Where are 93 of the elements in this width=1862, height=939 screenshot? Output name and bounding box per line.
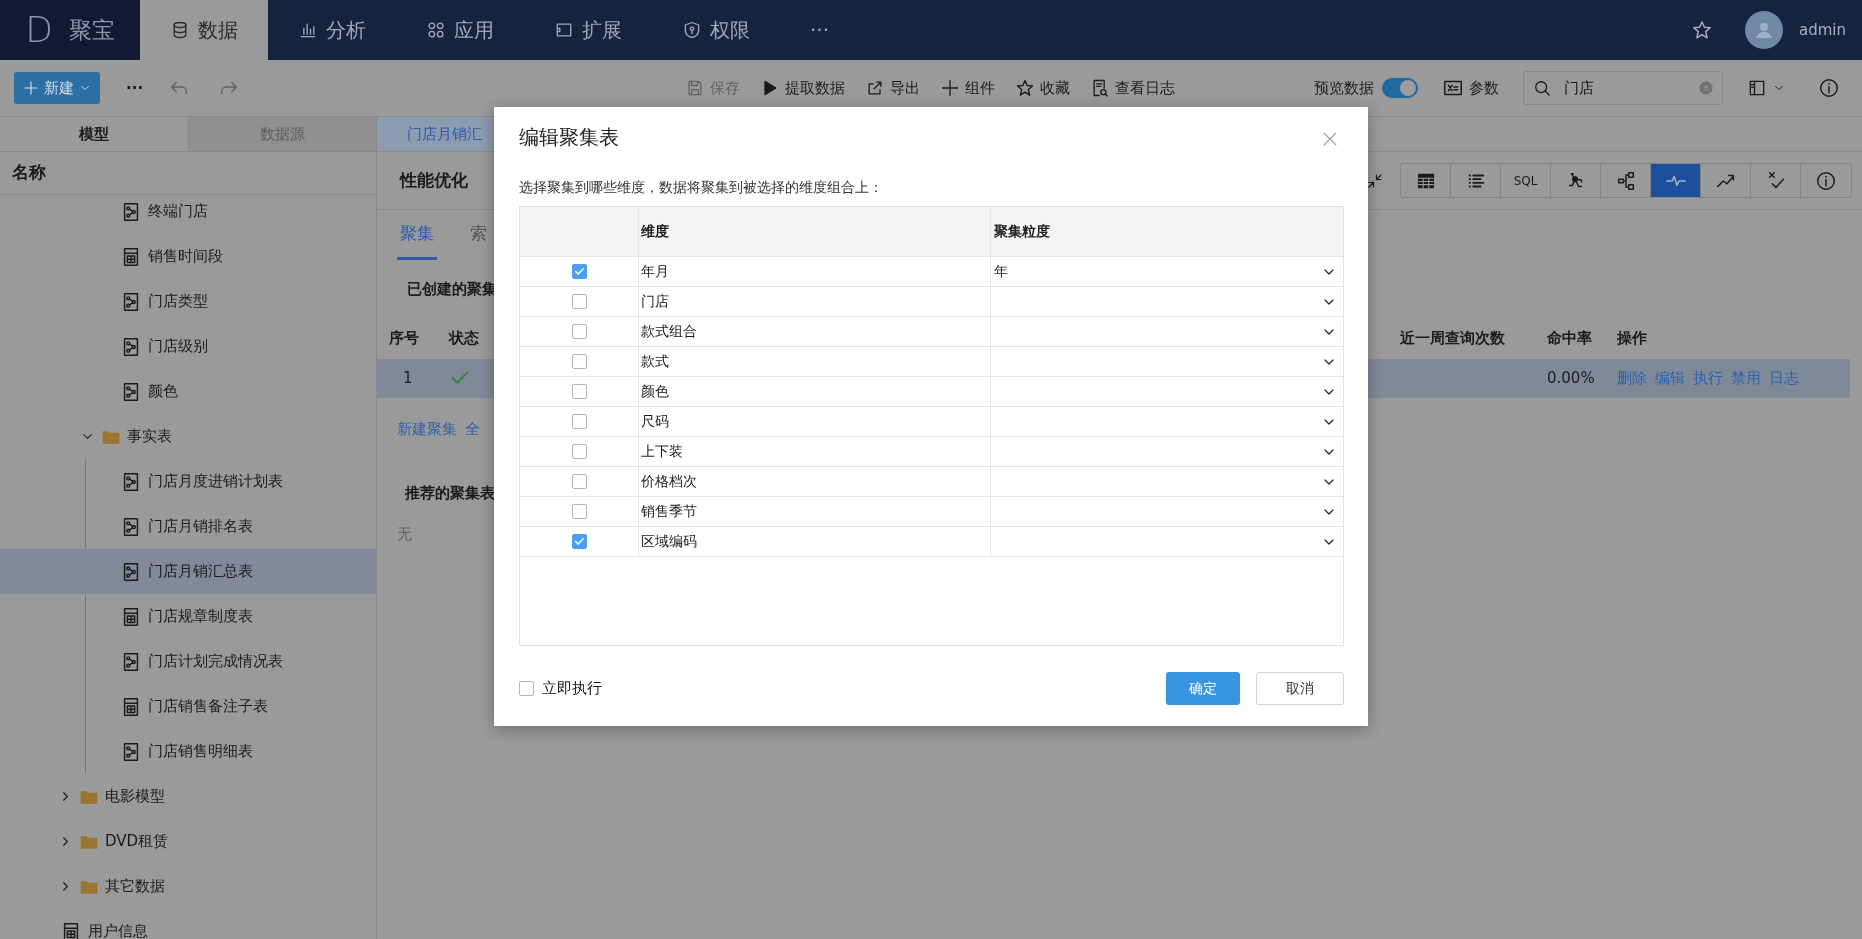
- checkbox[interactable]: [571, 384, 587, 399]
- dialog-description: 选择聚集到哪些维度，数据将聚集到被选择的维度组合上：: [519, 178, 884, 197]
- checkbox[interactable]: [571, 414, 587, 429]
- table-cell-text: 款式组合: [641, 322, 697, 341]
- column-header: 名称: [0, 152, 376, 195]
- table-cell: 0.00%: [1547, 368, 1595, 387]
- preview-label: 预览数据: [1314, 77, 1374, 99]
- panel-title: 性能优化: [400, 168, 468, 192]
- empty-text: 无: [397, 523, 412, 545]
- search-icon: [1532, 78, 1552, 98]
- params-button[interactable]: 参数: [1434, 72, 1507, 104]
- info-icon: [1818, 77, 1840, 99]
- column-header: 命中率: [1547, 329, 1592, 348]
- confirm-button[interactable]: 确定: [1166, 672, 1240, 705]
- run-now-checkbox[interactable]: 立即执行: [519, 677, 602, 700]
- tree-item[interactable]: 门店类型: [0, 279, 376, 324]
- app-name: 聚宝: [68, 15, 115, 45]
- tree-folder[interactable]: 其它数据: [0, 864, 376, 909]
- tree-folder[interactable]: 电影模型: [0, 774, 376, 819]
- tree-item[interactable]: 颜色: [0, 369, 376, 414]
- view-button[interactable]: [1651, 164, 1701, 197]
- star-icon: [1691, 19, 1713, 41]
- sidebar-tab[interactable]: 模型: [0, 117, 188, 152]
- tree-item[interactable]: 门店月销排名表: [0, 504, 376, 549]
- check-icon: [572, 265, 586, 278]
- table-cell-text: 尺码: [641, 412, 669, 431]
- column-header: 状态: [449, 328, 480, 350]
- panel-icon: [1747, 78, 1767, 98]
- tree-folder[interactable]: 事实表: [0, 414, 376, 459]
- checkbox[interactable]: [571, 474, 587, 489]
- plus-icon: [940, 78, 961, 98]
- checkbox[interactable]: [571, 324, 587, 339]
- checkbox[interactable]: [571, 294, 587, 309]
- checkbox[interactable]: [571, 264, 587, 279]
- cancel-button[interactable]: 取消: [1256, 672, 1344, 705]
- nav-tab[interactable]: 权限: [652, 0, 780, 60]
- tree-item[interactable]: 门店销售明细表: [0, 729, 376, 774]
- column-header: 聚集粒度: [994, 222, 1050, 241]
- table-cell-text: 年月: [641, 262, 669, 281]
- tree-item[interactable]: 门店月度进销计划表: [0, 459, 376, 504]
- star-icon: [1015, 78, 1036, 98]
- search-box[interactable]: 门店: [1523, 71, 1723, 105]
- section-heading: 推荐的聚集表: [405, 483, 495, 504]
- logo-mark: D: [25, 8, 53, 52]
- table-cell-text: 门店: [641, 292, 669, 311]
- tree-item[interactable]: 门店销售备注子表: [0, 684, 376, 729]
- tree-item[interactable]: 用户信息: [0, 909, 376, 939]
- search-field[interactable]: 门店: [1562, 75, 1688, 101]
- toolbar-button[interactable]: 组件: [932, 72, 1004, 104]
- granularity-select[interactable]: 年: [991, 257, 1343, 286]
- shield-icon: [682, 20, 702, 40]
- clear-icon: [1698, 80, 1714, 96]
- nav-tab[interactable]: 应用: [396, 0, 524, 60]
- column-header: 操作: [1617, 329, 1647, 348]
- tree-folder[interactable]: DVD租赁: [0, 819, 376, 864]
- tree-item[interactable]: 门店规章制度表: [0, 594, 376, 639]
- column-header: 近一周查询次数: [1400, 329, 1505, 348]
- tree-item[interactable]: 门店月销汇总表: [0, 549, 376, 594]
- table-cell-text: 颜色: [641, 382, 669, 401]
- table-cell-text: 上下装: [641, 442, 683, 461]
- table-cell-text: 款式: [641, 352, 669, 371]
- user-name[interactable]: admin: [1799, 18, 1846, 42]
- toolbar-button[interactable]: 导出: [857, 72, 929, 104]
- more-menu[interactable]: ···: [780, 0, 860, 60]
- table-cell-text: 价格档次: [641, 472, 697, 491]
- checkbox[interactable]: [571, 504, 587, 519]
- column-header: 维度: [641, 222, 669, 241]
- nav-tab[interactable]: 数据: [140, 0, 268, 60]
- view-button[interactable]: SQL: [1501, 164, 1551, 197]
- info-icon: [1815, 169, 1837, 192]
- toolbar-button[interactable]: 收藏: [1007, 72, 1079, 104]
- plus-icon: [22, 79, 40, 97]
- table-cell: 1: [403, 368, 413, 387]
- toolbar-button[interactable]: 查看日志: [1082, 72, 1184, 104]
- tree-item[interactable]: 终端门店: [0, 195, 376, 234]
- checkbox[interactable]: [571, 354, 587, 369]
- more-button[interactable]: ···: [118, 72, 152, 104]
- checkbox[interactable]: [571, 444, 587, 459]
- preview-toggle[interactable]: [1382, 78, 1418, 98]
- apps-icon: [426, 20, 446, 40]
- toolbar-button[interactable]: 提取数据: [752, 72, 854, 104]
- nav-tab[interactable]: 分析: [268, 0, 396, 60]
- tree-item[interactable]: 门店级别: [0, 324, 376, 369]
- table-cell-text: 区域编码: [641, 532, 697, 551]
- tree-item[interactable]: 销售时间段: [0, 234, 376, 279]
- checkbox[interactable]: [571, 534, 587, 549]
- table-cell-text: 销售季节: [641, 502, 697, 521]
- collapse-icon: [1366, 171, 1384, 190]
- nav-tab[interactable]: 扩展: [524, 0, 652, 60]
- check-icon: [572, 535, 586, 548]
- tree-item[interactable]: 门店计划完成情况表: [0, 639, 376, 684]
- column-header: 序号: [389, 328, 420, 350]
- new-button[interactable]: 新建: [14, 72, 100, 104]
